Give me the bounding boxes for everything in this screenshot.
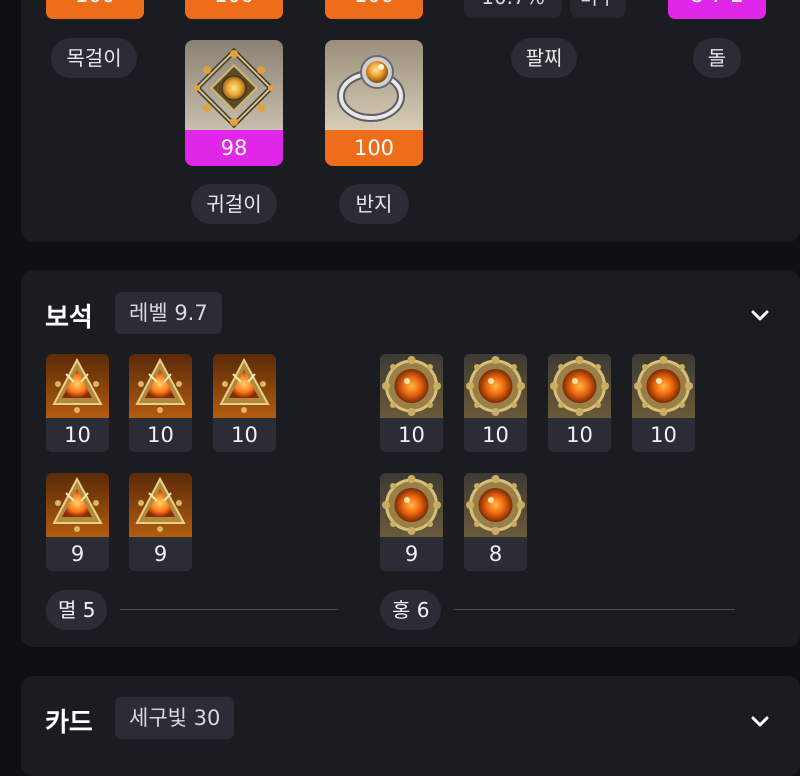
bracelet-tag: 미수 — [570, 0, 626, 18]
bracelet-label: 팔찌 — [511, 38, 577, 78]
annihilation-gem[interactable]: 10 — [213, 354, 276, 452]
earring-tile[interactable]: 98 — [185, 40, 283, 166]
cards-panel: 카드 세구빛 30 — [21, 676, 800, 776]
gems-title: 보석 — [45, 303, 93, 333]
divider — [454, 609, 735, 610]
gem-level: 9 — [153, 542, 168, 566]
accessories-panel: 100 100 100 10.7% 미수 8 7 2 목걸이 팔찌 돌 — [21, 0, 800, 242]
crimson-gem-icon — [380, 354, 443, 418]
gem-level: 8 — [488, 542, 503, 566]
accessory-quality-bar: 100 — [185, 0, 283, 19]
annihilation-gem-icon — [129, 354, 192, 418]
earring-icon — [185, 40, 283, 130]
crimson-gem[interactable]: 10 — [464, 354, 527, 452]
crimson-summary: 홍 6 — [380, 590, 442, 630]
ring-icon — [325, 40, 423, 130]
accessory-quality-bar: 100 — [325, 0, 423, 19]
earring-quality: 98 — [185, 130, 283, 166]
annihilation-summary: 멸 5 — [46, 590, 108, 630]
crimson-gem-icon — [464, 354, 527, 418]
gem-level: 10 — [650, 423, 677, 447]
gems-panel: 보석 레벨 9.7 10 10 10 9 9 10 10 10 10 9 8 멸… — [21, 270, 800, 647]
annihilation-gem[interactable]: 9 — [129, 473, 192, 571]
crimson-gem[interactable]: 8 — [464, 473, 527, 571]
crimson-gem-icon — [464, 473, 527, 537]
gem-level: 10 — [566, 423, 593, 447]
gem-level: 10 — [64, 423, 91, 447]
annihilation-gem[interactable]: 10 — [129, 354, 192, 452]
crimson-gem[interactable]: 10 — [548, 354, 611, 452]
crimson-gem-icon — [632, 354, 695, 418]
gem-level: 10 — [398, 423, 425, 447]
earring-label: 귀걸이 — [191, 184, 277, 224]
crimson-gem-icon — [380, 473, 443, 537]
gem-level: 10 — [231, 423, 258, 447]
bracelet-stat: 10.7% — [464, 0, 562, 18]
cards-set-badge: 세구빛 30 — [115, 697, 235, 739]
gem-level: 9 — [70, 542, 85, 566]
cards-title: 카드 — [45, 708, 93, 738]
annihilation-gem[interactable]: 9 — [46, 473, 109, 571]
gem-level: 10 — [482, 423, 509, 447]
annihilation-gem-icon — [129, 473, 192, 537]
gem-level: 9 — [404, 542, 419, 566]
annihilation-gem[interactable]: 10 — [46, 354, 109, 452]
crimson-gem-icon — [548, 354, 611, 418]
chevron-down-icon[interactable] — [748, 303, 772, 327]
annihilation-gem-icon — [213, 354, 276, 418]
ring-quality: 100 — [325, 130, 423, 166]
divider — [120, 609, 338, 610]
accessory-quality-bar: 100 — [46, 0, 144, 19]
annihilation-gem-icon — [46, 473, 109, 537]
ring-label: 반지 — [339, 184, 409, 224]
stone-label: 돌 — [693, 38, 741, 78]
chevron-down-icon[interactable] — [748, 709, 772, 733]
stone-engrave-bar: 8 7 2 — [668, 0, 766, 19]
crimson-gem[interactable]: 10 — [632, 354, 695, 452]
annihilation-gem-icon — [46, 354, 109, 418]
gems-level-badge: 레벨 9.7 — [115, 292, 222, 334]
necklace-label: 목걸이 — [51, 38, 137, 78]
ring-tile[interactable]: 100 — [325, 40, 423, 166]
crimson-gem[interactable]: 9 — [380, 473, 443, 571]
crimson-gem[interactable]: 10 — [380, 354, 443, 452]
gem-level: 10 — [147, 423, 174, 447]
